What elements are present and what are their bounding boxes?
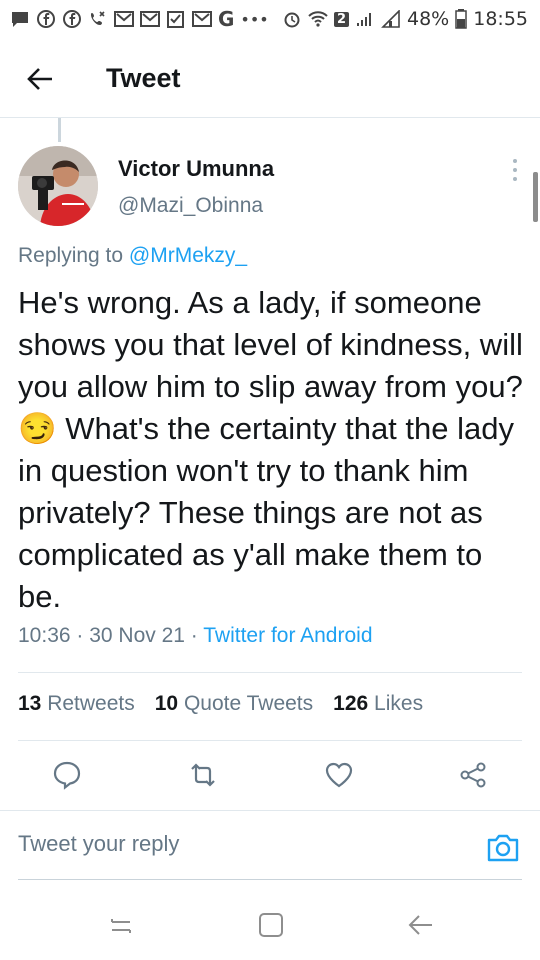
- battery-icon: [455, 9, 467, 29]
- divider: [18, 740, 522, 741]
- replying-prefix: Replying to: [18, 244, 129, 267]
- facebook-icon: [37, 10, 55, 28]
- divider: [18, 672, 522, 673]
- recent-apps-icon[interactable]: [106, 910, 136, 940]
- missed-call-icon: [91, 11, 105, 25]
- likes-count: 126: [333, 692, 369, 715]
- chat-icon: [12, 12, 28, 27]
- meta-separator: ·: [70, 624, 90, 647]
- quotes-count: 10: [154, 692, 179, 715]
- like-icon[interactable]: [324, 760, 354, 790]
- gmail-icon: [114, 11, 134, 27]
- tweet-source-link[interactable]: Twitter for Android: [203, 624, 372, 647]
- retweets-count: 13: [18, 692, 42, 715]
- more-options-icon[interactable]: [508, 156, 522, 184]
- scrollbar[interactable]: [533, 172, 538, 222]
- reply-underline: [18, 879, 522, 880]
- retweets-stat[interactable]: 13 Retweets: [18, 692, 135, 716]
- back-button[interactable]: [18, 57, 62, 101]
- share-icon[interactable]: [458, 760, 488, 790]
- author-name[interactable]: Victor Umunna: [118, 156, 274, 182]
- quote-tweets-stat[interactable]: 10 Quote Tweets: [155, 692, 313, 716]
- reply-composer: [0, 810, 540, 882]
- facebook-icon: [63, 10, 81, 28]
- tweet-text: He's wrong. As a lady, if someone shows …: [18, 282, 528, 618]
- thread-connector: [58, 118, 61, 142]
- signal-icon: [381, 10, 400, 28]
- checkbox-icon: [167, 11, 184, 28]
- avatar[interactable]: [18, 146, 98, 226]
- system-nav-bar: [0, 890, 540, 960]
- retweet-icon[interactable]: [188, 760, 218, 790]
- wifi-icon: [308, 11, 328, 27]
- likes-label: Likes: [374, 692, 424, 715]
- home-icon[interactable]: [256, 910, 286, 940]
- tweet-text-part1: He's wrong. As a lady, if someone shows …: [18, 285, 523, 404]
- tweet-time: 10:36: [18, 624, 71, 647]
- back-nav-icon[interactable]: [406, 910, 436, 940]
- author-handle[interactable]: @Mazi_Obinna: [118, 194, 263, 218]
- camera-icon[interactable]: [486, 831, 520, 863]
- gmail-icon: [192, 11, 212, 27]
- tweet-stats: 13 Retweets 10 Quote Tweets 126 Likes: [18, 692, 423, 716]
- alarm-icon: [284, 12, 300, 28]
- likes-stat[interactable]: 126 Likes: [333, 692, 423, 716]
- tweet-meta: 10:36 · 30 Nov 21 · Twitter for Android: [18, 624, 373, 648]
- quotes-label: Quote Tweets: [183, 692, 314, 715]
- smirk-emoji: 😏: [18, 411, 57, 446]
- profile-photo: [18, 146, 98, 226]
- gmail-icon: [140, 11, 160, 27]
- reply-input[interactable]: [18, 831, 458, 857]
- g-icon: G: [218, 7, 235, 31]
- status-time: 18:55: [473, 8, 528, 30]
- replying-to: Replying to @MrMekzy_: [18, 244, 247, 268]
- tweet-date: 30 Nov 21: [89, 624, 185, 647]
- meta-separator: ·: [184, 624, 204, 647]
- page-title: Tweet: [106, 63, 181, 93]
- more-dots-icon: •••: [240, 9, 269, 29]
- battery-percent: 48%: [407, 8, 450, 30]
- reply-icon[interactable]: [52, 760, 82, 790]
- retweets-label: Retweets: [47, 692, 135, 715]
- tweet-actions: [0, 748, 540, 804]
- signal-icon: [357, 13, 371, 26]
- arrow-left-icon: [27, 67, 52, 90]
- top-bar: Tweet: [0, 40, 540, 118]
- tweet-text-part2: What's the certainty that the lady in qu…: [18, 411, 514, 614]
- replying-to-link[interactable]: @MrMekzy_: [129, 244, 247, 267]
- sim-badge: 2: [333, 11, 349, 27]
- status-bar: G ••• 2 48% 18:55: [0, 0, 540, 38]
- tweet-author: Victor Umunna @Mazi_Obinna: [18, 146, 522, 228]
